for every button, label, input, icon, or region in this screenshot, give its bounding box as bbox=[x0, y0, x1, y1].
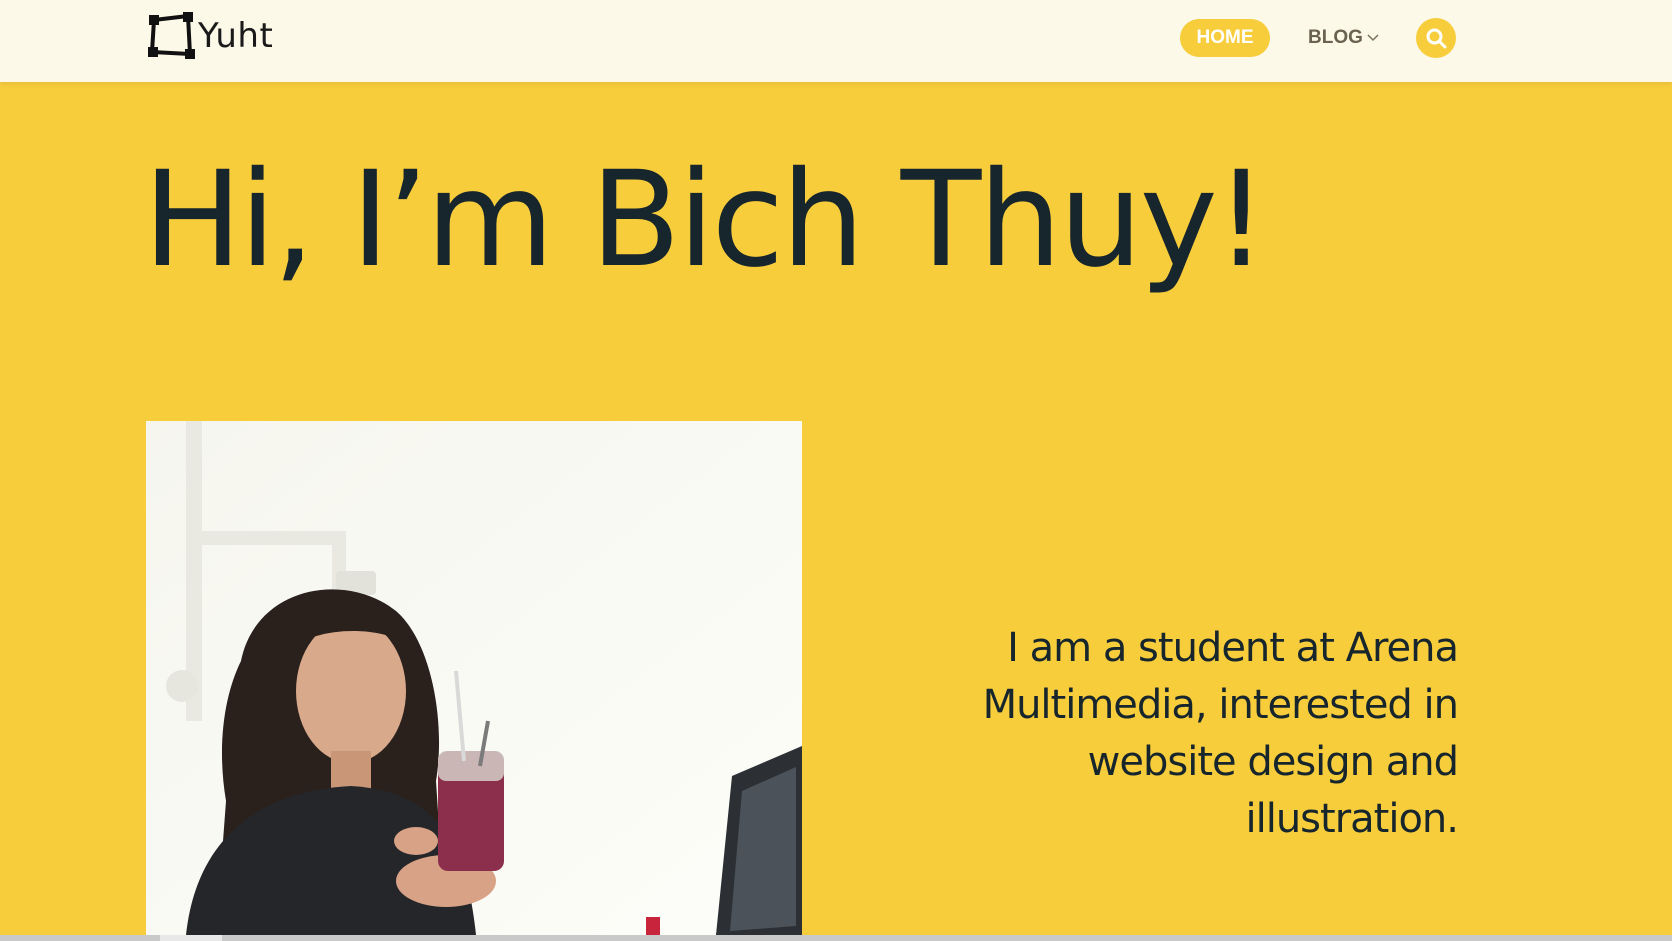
profile-photo-image bbox=[146, 421, 802, 935]
intro-line: website design and bbox=[1087, 739, 1459, 785]
page-title: Hi, I’m Bich Thuy! bbox=[143, 143, 1268, 297]
logo-text: Yuht bbox=[198, 16, 274, 56]
site-header: Yuht HOME BLOG bbox=[0, 0, 1672, 82]
intro-line: Multimedia, interested in bbox=[982, 682, 1459, 728]
search-button[interactable] bbox=[1416, 18, 1456, 58]
search-icon bbox=[1426, 28, 1447, 49]
scrollbar-thumb[interactable] bbox=[160, 935, 222, 941]
nav-home-link[interactable]: HOME bbox=[1180, 19, 1270, 57]
nav-blog-link[interactable]: BLOG bbox=[1308, 27, 1379, 49]
intro-text: I am a student at Arena Multimedia, inte… bbox=[960, 620, 1459, 848]
profile-photo bbox=[146, 421, 802, 935]
main-nav: HOME BLOG bbox=[1180, 18, 1379, 58]
intro-line: illustration. bbox=[1245, 796, 1459, 842]
intro-line: I am a student at Arena bbox=[1007, 625, 1459, 671]
chevron-down-icon bbox=[1367, 34, 1379, 42]
site-logo[interactable]: Yuht bbox=[148, 10, 273, 62]
nav-blog-label: BLOG bbox=[1308, 27, 1363, 48]
logo-mark-icon bbox=[148, 12, 195, 59]
horizontal-scrollbar[interactable] bbox=[0, 935, 1672, 941]
